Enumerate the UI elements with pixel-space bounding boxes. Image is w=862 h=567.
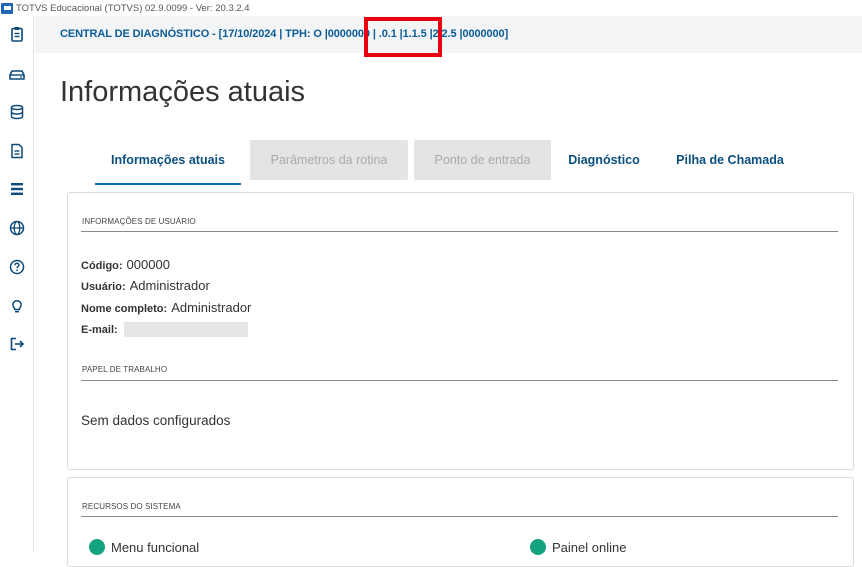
system-resources-section-title: RECURSOS DO SISTEMA — [82, 502, 181, 511]
code-label: Código: — [81, 260, 123, 272]
code-value: 000000 — [126, 257, 170, 272]
section-divider — [81, 380, 838, 381]
globe-icon[interactable] — [9, 220, 25, 236]
tab-informacoes-atuais[interactable]: Informações atuais — [95, 140, 241, 185]
lightbulb-icon[interactable] — [9, 299, 25, 315]
tab-pilha-chamada[interactable]: Pilha de Chamada — [668, 140, 792, 180]
user-info-panel: INFORMAÇÕES DE USUÁRIO Código: 000000 Usu… — [67, 192, 854, 470]
tab-diagnostico[interactable]: Diagnóstico — [561, 140, 647, 180]
user-info-section-title: INFORMAÇÕES DE USUÁRIO — [82, 217, 196, 226]
page-title: Informações atuais — [60, 76, 306, 108]
user-label: Usuário: — [81, 281, 126, 293]
highlight-annotation — [364, 17, 442, 57]
resource-menu-funcional: Menu funcional — [89, 539, 199, 555]
work-role-section-title: PAPEL DE TRABALHO — [82, 365, 168, 374]
email-label: E-mail: — [81, 324, 118, 336]
database-icon[interactable] — [9, 104, 25, 120]
help-icon[interactable] — [9, 259, 25, 275]
app-icon — [1, 2, 13, 14]
resource-label: Menu funcional — [111, 539, 200, 555]
user-field: Usuário: Administrador — [81, 278, 210, 293]
status-dot-icon — [89, 539, 105, 555]
email-value-redacted — [123, 322, 248, 338]
list-icon[interactable] — [9, 181, 25, 197]
logout-icon[interactable] — [9, 336, 25, 352]
user-value: Administrador — [129, 278, 210, 293]
diagnostic-header: CENTRAL DE DIAGNÓSTICO - [17/10/2024 | T… — [35, 16, 862, 53]
work-role-empty-message: Sem dados configurados — [81, 413, 231, 428]
document-icon[interactable] — [9, 143, 25, 159]
sidebar — [0, 16, 34, 551]
drive-icon[interactable] — [9, 66, 25, 82]
resource-painel-online: Painel online — [530, 539, 626, 555]
clipboard-icon[interactable] — [9, 26, 25, 42]
status-dot-icon — [530, 539, 546, 555]
email-field: E-mail: — [81, 321, 248, 338]
resource-label: Painel online — [552, 539, 627, 555]
code-field: Código: 000000 — [81, 257, 170, 272]
window-title: TOTVS Educacional (TOTVS) 02.9.0099 - Ve… — [16, 2, 250, 14]
tab-parametros-rotina[interactable]: Parâmetros da rotina — [250, 140, 408, 180]
tab-ponto-entrada[interactable]: Ponto de entrada — [414, 140, 551, 180]
fullname-label: Nome completo: — [81, 303, 168, 315]
section-divider — [81, 516, 838, 517]
window-titlebar: TOTVS Educacional (TOTVS) 02.9.0099 - Ve… — [0, 0, 862, 16]
fullname-value: Administrador — [171, 300, 252, 315]
fullname-field: Nome completo: Administrador — [81, 300, 251, 315]
system-resources-panel: RECURSOS DO SISTEMA Menu funcional Paine… — [67, 477, 854, 567]
section-divider — [81, 231, 838, 232]
